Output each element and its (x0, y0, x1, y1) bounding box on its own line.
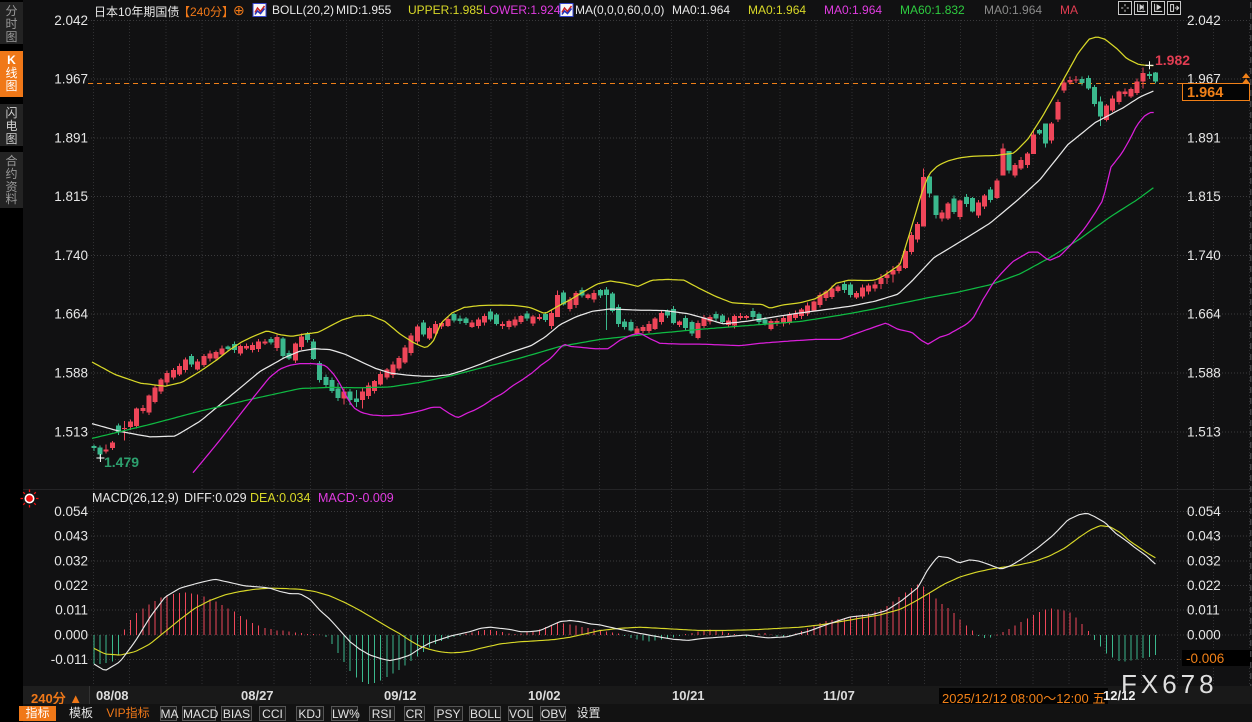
svg-text:1.740: 1.740 (54, 248, 88, 263)
svg-text:1.479: 1.479 (104, 454, 139, 470)
svg-text:1.664: 1.664 (54, 307, 88, 322)
svg-text:1.740: 1.740 (1187, 248, 1221, 263)
svg-text:1.513: 1.513 (54, 425, 88, 440)
svg-text:1.964: 1.964 (1187, 85, 1223, 101)
svg-text:0.000: 0.000 (54, 628, 88, 643)
svg-text:1.815: 1.815 (1187, 189, 1221, 204)
svg-text:0.000: 0.000 (1187, 628, 1221, 643)
svg-text:1.891: 1.891 (54, 131, 88, 146)
svg-text:1.982: 1.982 (1155, 52, 1190, 68)
svg-text:1.588: 1.588 (1187, 366, 1221, 381)
svg-text:0.022: 0.022 (54, 578, 88, 593)
svg-text:1.815: 1.815 (54, 189, 88, 204)
svg-text:1.588: 1.588 (54, 366, 88, 381)
svg-text:0.022: 0.022 (1187, 578, 1221, 593)
svg-text:-0.006: -0.006 (1186, 651, 1224, 666)
svg-text:0.011: 0.011 (55, 603, 88, 618)
svg-text:1.891: 1.891 (1187, 131, 1221, 146)
svg-text:1.664: 1.664 (1187, 307, 1221, 322)
svg-text:0.043: 0.043 (54, 529, 88, 544)
svg-text:-0.011: -0.011 (51, 652, 88, 667)
svg-text:0.054: 0.054 (54, 504, 88, 519)
svg-text:0.011: 0.011 (1187, 603, 1220, 618)
svg-text:0.054: 0.054 (1187, 504, 1221, 519)
svg-text:0.032: 0.032 (1187, 554, 1221, 569)
svg-text:1.967: 1.967 (54, 72, 88, 87)
svg-text:1.513: 1.513 (1187, 425, 1221, 440)
svg-text:0.032: 0.032 (54, 554, 88, 569)
svg-text:0.043: 0.043 (1187, 529, 1221, 544)
